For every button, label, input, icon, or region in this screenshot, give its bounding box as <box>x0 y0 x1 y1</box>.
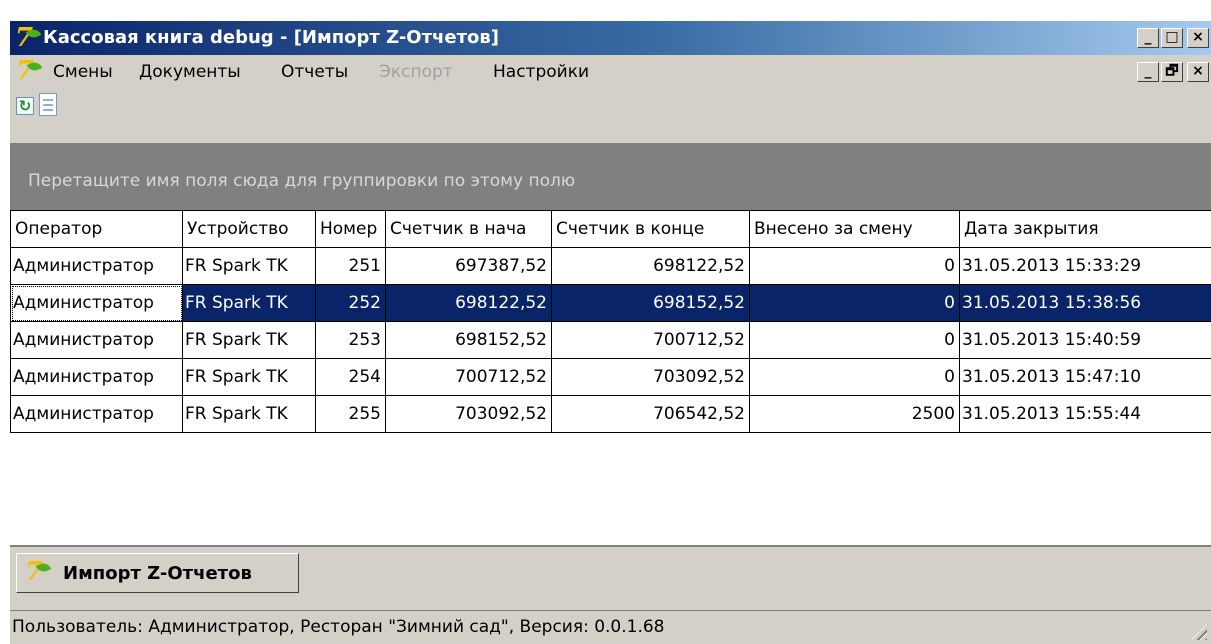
cell-deposited[interactable]: 0 <box>749 247 960 285</box>
maximize-button[interactable]: □ <box>1161 28 1183 48</box>
cell-counter-end[interactable]: 698152,52 <box>551 284 750 322</box>
cell-operator[interactable]: Администратор <box>10 247 183 285</box>
cell-number[interactable]: 254 <box>315 358 386 396</box>
cell-number[interactable]: 252 <box>315 284 386 322</box>
document-icon[interactable] <box>39 93 57 116</box>
window-title: Кассовая книга debug - [Импорт Z-Отчетов… <box>43 27 500 48</box>
cell-deposited[interactable]: 2500 <box>749 395 960 433</box>
cell-counter-start[interactable]: 700712,52 <box>385 358 552 396</box>
menu-export: Экспорт <box>379 62 453 82</box>
cell-counter-start[interactable]: 698122,52 <box>385 284 552 322</box>
column-header-operator[interactable]: Оператор <box>10 210 183 248</box>
cell-device[interactable]: FR Spark TK <box>182 358 316 396</box>
z-reports-grid: Оператор Устройство Номер Счетчик в нача… <box>10 210 1211 545</box>
mdi-child-icon[interactable]: 7 <box>16 58 43 84</box>
tab-import-z-reports[interactable]: 7 Импорт Z-Отчетов <box>16 553 299 593</box>
menu-reports[interactable]: Отчеты <box>281 55 348 89</box>
menu-settings[interactable]: Настройки <box>493 55 589 89</box>
tab-app-icon: 7 <box>25 559 52 585</box>
close-button[interactable]: × <box>1187 28 1209 48</box>
column-header-counter-start[interactable]: Счетчик в нача <box>385 210 552 248</box>
column-header-deposited[interactable]: Внесено за смену <box>749 210 960 248</box>
cell-close-date[interactable]: 31.05.2013 15:55:44 <box>959 395 1211 433</box>
cell-device[interactable]: FR Spark TK <box>182 247 316 285</box>
table-row[interactable]: Администратор FR Spark TK 253 698152,52 … <box>10 321 1211 359</box>
cell-number[interactable]: 253 <box>315 321 386 359</box>
cell-counter-start[interactable]: 697387,52 <box>385 247 552 285</box>
cell-counter-start[interactable]: 703092,52 <box>385 395 552 433</box>
cell-device[interactable]: FR Spark TK <box>182 321 316 359</box>
tab-label: Импорт Z-Отчетов <box>63 563 252 584</box>
table-row[interactable]: Администратор FR Spark TK 255 703092,52 … <box>10 395 1211 433</box>
cell-device[interactable]: FR Spark TK <box>182 395 316 433</box>
column-header-counter-end[interactable]: Счетчик в конце <box>551 210 750 248</box>
group-by-hint: Перетащите имя поля сюда для группировки… <box>28 171 576 191</box>
cell-counter-end[interactable]: 703092,52 <box>551 358 750 396</box>
cell-counter-end[interactable]: 706542,52 <box>551 395 750 433</box>
mdi-close-button[interactable]: × <box>1187 62 1209 82</box>
cell-deposited[interactable]: 0 <box>749 321 960 359</box>
cell-operator[interactable]: Администратор <box>10 358 183 396</box>
cell-operator[interactable]: Администратор <box>10 321 183 359</box>
cell-operator[interactable]: Администратор <box>10 395 183 433</box>
cell-number[interactable]: 251 <box>315 247 386 285</box>
main-window: 7 Кассовая книга debug - [Импорт Z-Отчет… <box>10 21 1211 644</box>
cell-number[interactable]: 255 <box>315 395 386 433</box>
cell-deposited[interactable]: 0 <box>749 358 960 396</box>
column-header-number[interactable]: Номер <box>315 210 386 248</box>
cell-counter-start[interactable]: 698152,52 <box>385 321 552 359</box>
column-header-close-date[interactable]: Дата закрытия <box>959 210 1211 248</box>
cell-close-date[interactable]: 31.05.2013 15:40:59 <box>959 321 1211 359</box>
resize-grip-icon[interactable] <box>1191 624 1207 640</box>
table-row[interactable]: Администратор FR Spark TK 254 700712,52 … <box>10 358 1211 396</box>
mdi-minimize-button[interactable]: _ <box>1137 62 1159 82</box>
table-row-selected[interactable]: Администратор FR Spark TK 252 698122,52 … <box>10 284 1211 322</box>
cell-close-date[interactable]: 31.05.2013 15:47:10 <box>959 358 1211 396</box>
cell-close-date[interactable]: 31.05.2013 15:38:56 <box>959 284 1211 322</box>
cell-operator[interactable]: Администратор <box>10 284 183 322</box>
mdi-tab-strip: 7 Импорт Z-Отчетов <box>10 545 1211 610</box>
refresh-icon[interactable]: ↻ <box>16 97 34 115</box>
title-bar[interactable]: 7 Кассовая книга debug - [Импорт Z-Отчет… <box>10 21 1211 55</box>
menu-documents[interactable]: Документы <box>139 55 241 89</box>
menu-bar: 7 Смены Документы Отчеты Экспорт Настрой… <box>10 55 1211 89</box>
status-text: Пользователь: Администратор, Ресторан "З… <box>12 617 665 637</box>
grid-header-row: Оператор Устройство Номер Счетчик в нача… <box>10 210 1211 248</box>
cell-device[interactable]: FR Spark TK <box>182 284 316 322</box>
cell-counter-end[interactable]: 698122,52 <box>551 247 750 285</box>
toolbar: ↻ <box>10 89 1211 123</box>
cell-counter-end[interactable]: 700712,52 <box>551 321 750 359</box>
group-by-panel[interactable]: Перетащите имя поля сюда для группировки… <box>10 143 1211 210</box>
table-row[interactable]: Администратор FR Spark TK 251 697387,52 … <box>10 247 1211 285</box>
app-logo-icon: 7 <box>15 25 42 51</box>
cell-close-date[interactable]: 31.05.2013 15:33:29 <box>959 247 1211 285</box>
minimize-button[interactable]: _ <box>1137 28 1159 48</box>
cell-deposited[interactable]: 0 <box>749 284 960 322</box>
mdi-restore-button[interactable]: 🗗 <box>1161 62 1183 82</box>
status-bar: Пользователь: Администратор, Ресторан "З… <box>10 610 1211 644</box>
column-header-device[interactable]: Устройство <box>182 210 316 248</box>
menu-shifts[interactable]: Смены <box>53 55 113 89</box>
